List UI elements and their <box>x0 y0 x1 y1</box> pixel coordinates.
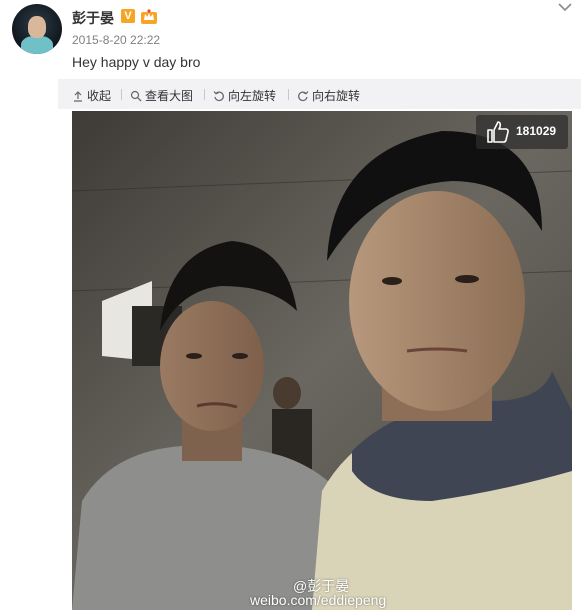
image-toolbar: 收起 查看大图 向左旋转 向右旋转 <box>58 79 581 109</box>
post-photo[interactable] <box>72 111 572 610</box>
like-count: 181029 <box>516 124 557 138</box>
rotate-left-icon <box>213 90 224 101</box>
avatar[interactable] <box>12 4 62 54</box>
rotate-right-icon <box>298 90 309 101</box>
toolbar-divider <box>288 89 289 100</box>
collapse-icon <box>74 90 82 102</box>
chevron-down-icon[interactable] <box>556 0 574 14</box>
like-button[interactable]: 181029 <box>476 115 568 149</box>
watermark-url: weibo.com/eddiepeng <box>250 592 387 608</box>
rotate-right-label: 向右旋转 <box>312 89 361 103</box>
toolbar-divider <box>204 89 205 100</box>
toolbar-divider <box>121 89 122 100</box>
rotate-left-button[interactable]: 向左旋转 <box>213 87 276 104</box>
collapse-button[interactable]: 收起 <box>72 87 111 104</box>
collapse-label: 收起 <box>87 89 112 103</box>
view-large-label: 查看大图 <box>145 89 194 103</box>
post-text: Hey happy v day bro <box>72 54 201 70</box>
author-name[interactable]: 彭于晏 <box>72 8 114 28</box>
verified-badge[interactable]: V <box>121 9 135 23</box>
selfie-photo-illustration <box>72 111 572 610</box>
magnifier-icon <box>130 90 142 101</box>
post-timestamp[interactable]: 2015-8-20 22:22 <box>72 33 160 47</box>
rotate-right-button[interactable]: 向右旋转 <box>297 87 360 104</box>
weibo-post: 彭于晏 V 2015-8-20 22:22 Hey happy v day br… <box>0 0 581 614</box>
rotate-left-label: 向左旋转 <box>228 89 277 103</box>
thumbs-up-icon <box>487 121 509 143</box>
view-large-button[interactable]: 查看大图 <box>130 87 193 104</box>
member-crown-icon[interactable] <box>141 9 157 24</box>
